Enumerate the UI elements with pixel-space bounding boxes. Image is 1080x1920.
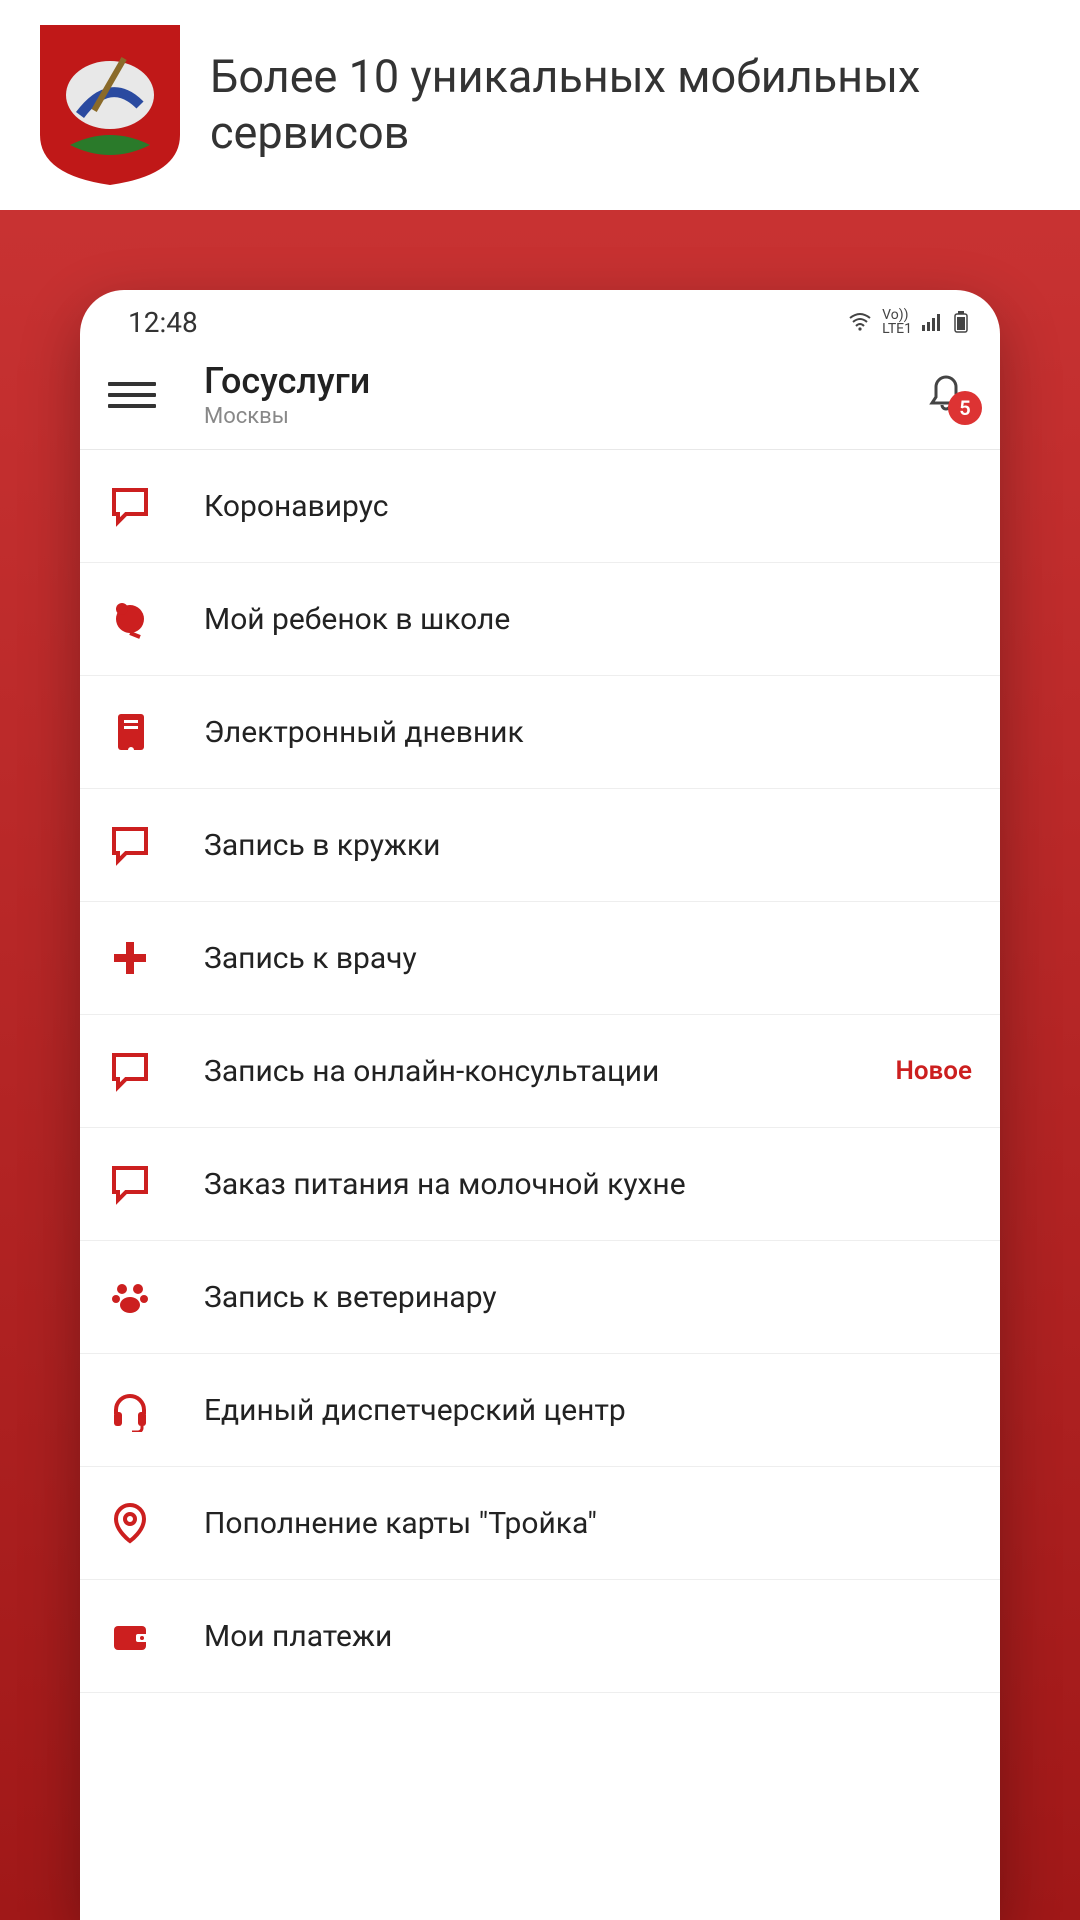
list-item-label: Заказ питания на молочной кухне bbox=[204, 1167, 972, 1202]
battery-icon bbox=[954, 311, 968, 333]
list-item[interactable]: Заказ питания на молочной кухне bbox=[80, 1128, 1000, 1241]
phone-frame: 12:48 Vo))LTE1 Госуслуги Москвы 5 Корона… bbox=[80, 290, 1000, 1920]
chat-icon bbox=[108, 484, 152, 528]
list-item-label: Запись к ветеринару bbox=[204, 1280, 972, 1315]
list-item[interactable]: Мои платежи bbox=[80, 1580, 1000, 1693]
bell-alarm-icon bbox=[108, 597, 152, 641]
list-item-label: Мой ребенок в школе bbox=[204, 602, 972, 637]
promo-text: Более 10 уникальных мобильных сервисов bbox=[210, 49, 1040, 162]
list-item-label: Единый диспетчерский центр bbox=[204, 1393, 972, 1428]
app-header: Госуслуги Москвы 5 bbox=[80, 346, 1000, 450]
status-icons: Vo))LTE1 bbox=[848, 308, 968, 336]
services-list: Коронавирус Мой ребенок в школе Электронны… bbox=[80, 450, 1000, 1693]
list-item-label: Мои платежи bbox=[204, 1619, 972, 1654]
moscow-coat-icon bbox=[40, 25, 180, 185]
notifications-button[interactable]: 5 bbox=[924, 371, 972, 419]
list-item-label: Пополнение карты "Тройка" bbox=[204, 1506, 972, 1541]
promo-banner: Более 10 уникальных мобильных сервисов bbox=[0, 0, 1080, 210]
list-item[interactable]: Электронный дневник bbox=[80, 676, 1000, 789]
list-item[interactable]: Коронавирус bbox=[80, 450, 1000, 563]
pin-icon bbox=[108, 1501, 152, 1545]
signal-icon bbox=[922, 313, 944, 331]
list-item[interactable]: Запись на онлайн-консультации Новое bbox=[80, 1015, 1000, 1128]
header-subtitle: Москвы bbox=[204, 404, 924, 429]
wifi-icon bbox=[848, 312, 872, 332]
headset-icon bbox=[108, 1388, 152, 1432]
list-item-label: Запись к врачу bbox=[204, 941, 972, 976]
notifications-badge: 5 bbox=[948, 391, 982, 425]
list-item-label: Запись в кружки bbox=[204, 828, 972, 863]
header-titles: Госуслуги Москвы bbox=[204, 360, 924, 429]
background-section: 12:48 Vo))LTE1 Госуслуги Москвы 5 Корона… bbox=[0, 210, 1080, 1920]
medical-icon bbox=[108, 936, 152, 980]
wallet-icon bbox=[108, 1614, 152, 1658]
list-item-label: Коронавирус bbox=[204, 489, 972, 524]
new-badge: Новое bbox=[895, 1056, 972, 1086]
list-item[interactable]: Запись к ветеринару bbox=[80, 1241, 1000, 1354]
paw-icon bbox=[108, 1275, 152, 1319]
status-time: 12:48 bbox=[128, 306, 198, 339]
list-item[interactable]: Единый диспетчерский центр bbox=[80, 1354, 1000, 1467]
notebook-icon bbox=[108, 710, 152, 754]
list-item[interactable]: Пополнение карты "Тройка" bbox=[80, 1467, 1000, 1580]
chat-icon bbox=[108, 1049, 152, 1093]
status-bar: 12:48 Vo))LTE1 bbox=[80, 290, 1000, 346]
lte-icon: Vo))LTE1 bbox=[882, 308, 912, 336]
chat-icon bbox=[108, 1162, 152, 1206]
list-item-label: Запись на онлайн-консультации bbox=[204, 1054, 877, 1089]
list-item[interactable]: Запись в кружки bbox=[80, 789, 1000, 902]
list-item[interactable]: Запись к врачу bbox=[80, 902, 1000, 1015]
list-item-label: Электронный дневник bbox=[204, 715, 972, 750]
list-item[interactable]: Мой ребенок в школе bbox=[80, 563, 1000, 676]
chat-icon bbox=[108, 823, 152, 867]
header-title: Госуслуги bbox=[204, 360, 924, 402]
menu-button[interactable] bbox=[108, 371, 156, 419]
